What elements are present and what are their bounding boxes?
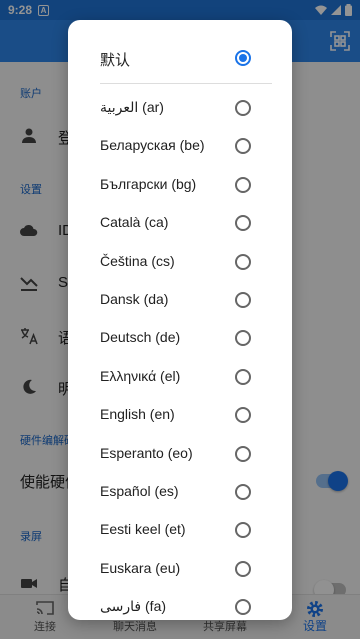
language-option-label: Deutsch (de) <box>100 329 181 346</box>
language-option-label: Čeština (cs) <box>100 252 175 269</box>
language-option-label: Català (ca) <box>100 214 169 231</box>
language-option[interactable]: Eesti keel (et) <box>68 511 292 549</box>
radio-button[interactable] <box>235 138 251 155</box>
language-option-label: Esperanto (eo) <box>100 444 193 461</box>
language-option[interactable]: Català (ca) <box>68 204 292 242</box>
language-option[interactable]: English (en) <box>68 396 292 434</box>
language-option[interactable]: Čeština (cs) <box>68 243 292 281</box>
radio-button[interactable] <box>235 100 251 116</box>
language-option[interactable]: فارسی (fa) <box>68 588 292 620</box>
language-option-label: العربية (ar) <box>100 99 164 115</box>
language-option-label: Беларуская (be) <box>100 137 205 154</box>
language-option-label: Ελληνικά (el) <box>100 367 181 384</box>
radio-button[interactable] <box>235 522 251 539</box>
divider <box>100 83 272 84</box>
radio-button[interactable] <box>235 560 251 577</box>
radio-button[interactable] <box>235 330 251 347</box>
language-option-label: 默认 <box>100 52 131 69</box>
radio-button[interactable] <box>235 292 251 308</box>
radio-button[interactable] <box>235 599 251 616</box>
language-option[interactable]: Беларуская (be) <box>68 127 292 165</box>
radio-button[interactable] <box>235 484 251 500</box>
radio-button[interactable] <box>235 215 251 232</box>
language-option-label: Dansk (da) <box>100 291 169 307</box>
language-option[interactable]: Español (es) <box>68 473 292 511</box>
radio-button[interactable] <box>235 176 251 193</box>
language-option[interactable]: Deutsch (de) <box>68 319 292 357</box>
radio-button[interactable] <box>235 253 251 270</box>
language-option-label: Euskara (eu) <box>100 559 181 576</box>
radio-button[interactable] <box>235 445 251 462</box>
language-option-label: Español (es) <box>100 483 179 499</box>
language-dialog: 默认 العربية (ar) Беларуская (be) Български … <box>68 20 292 620</box>
language-option-label: English (en) <box>100 406 175 423</box>
radio-button[interactable] <box>235 407 251 424</box>
language-option[interactable]: Ελληνικά (el) <box>68 358 292 396</box>
language-option[interactable]: Dansk (da) <box>68 281 292 319</box>
language-option[interactable]: Euskara (eu) <box>68 550 292 588</box>
language-option-label: Eesti keel (et) <box>100 521 186 538</box>
language-option-label: فارسی (fa) <box>100 598 167 615</box>
language-option-label: Български (bg) <box>100 175 197 192</box>
radio-button-selected[interactable] <box>235 50 251 66</box>
language-option-default[interactable]: 默认 <box>68 39 292 77</box>
language-option[interactable]: Esperanto (eo) <box>68 435 292 473</box>
language-option[interactable]: العربية (ar) <box>68 89 292 127</box>
language-option[interactable]: Български (bg) <box>68 166 292 204</box>
radio-button[interactable] <box>235 368 251 385</box>
